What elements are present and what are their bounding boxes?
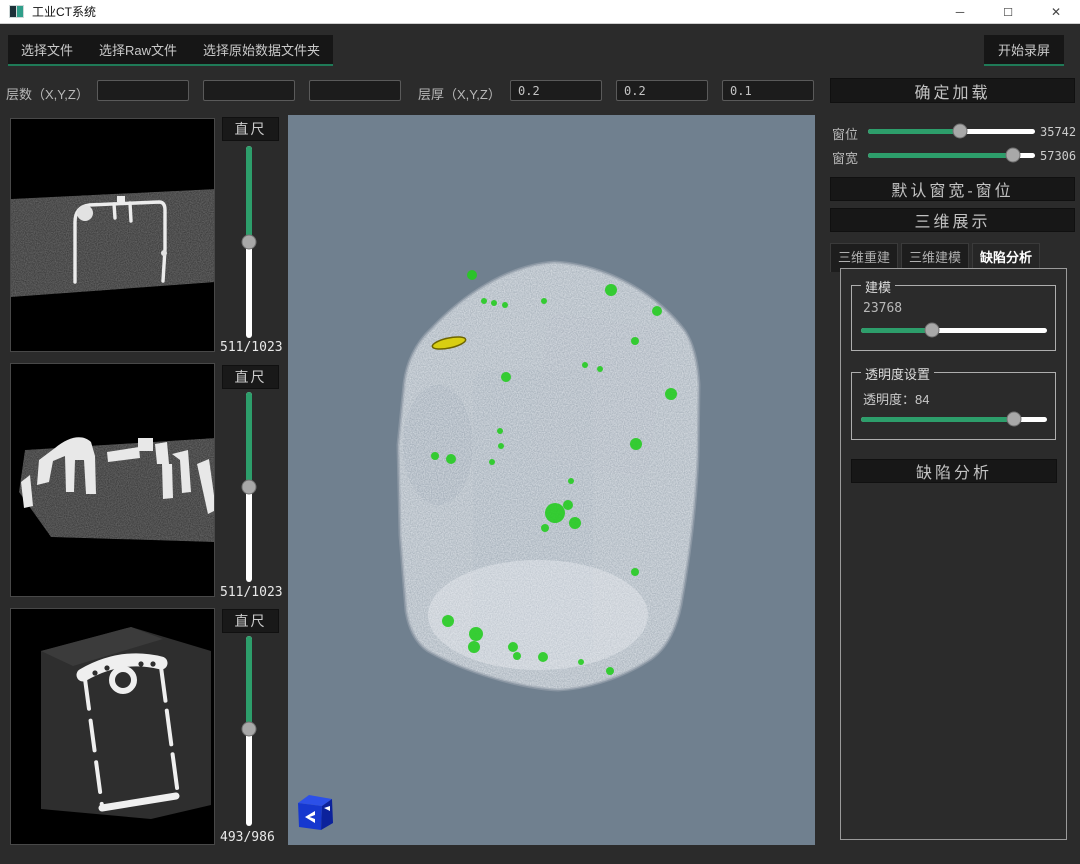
- opacity-group-title: 透明度设置: [861, 364, 934, 383]
- modeling-value: 23768: [863, 301, 902, 316]
- ct-slice-view-1[interactable]: [10, 118, 215, 352]
- layers-x-input[interactable]: [97, 80, 189, 101]
- viewport-3d[interactable]: [288, 115, 815, 845]
- window-width-knob[interactable]: [1006, 148, 1021, 163]
- ruler-button-2[interactable]: 直尺: [222, 365, 279, 389]
- close-button[interactable]: ✕: [1032, 0, 1080, 24]
- window-width-label: 窗宽: [832, 148, 858, 167]
- opacity-value-label: 透明度：84: [863, 389, 929, 408]
- ruler-button-3[interactable]: 直尺: [222, 609, 279, 633]
- select-raw-file-button[interactable]: 选择Raw文件: [86, 35, 190, 64]
- slice-slider-1[interactable]: [242, 146, 256, 338]
- window-level-slider[interactable]: [868, 123, 1035, 139]
- window-level-label: 窗位: [832, 124, 858, 143]
- minimize-button[interactable]: ─: [936, 0, 984, 24]
- select-raw-data-folder-button[interactable]: 选择原始数据文件夹: [190, 35, 333, 64]
- ct-slice-image-1: [11, 119, 215, 352]
- thickness-label: 层厚（X,Y,Z）: [418, 84, 501, 103]
- confirm-load-button[interactable]: 确定加载: [830, 78, 1075, 103]
- modeling-slider[interactable]: [861, 322, 1047, 338]
- opacity-group-box: 透明度设置 透明度：84: [851, 372, 1056, 440]
- slice-slider-knob-1[interactable]: [242, 235, 257, 250]
- window-width-slider[interactable]: [868, 147, 1035, 163]
- slice-position-2: 511/1023: [220, 585, 283, 600]
- opacity-slider[interactable]: [861, 411, 1047, 427]
- ct-slice-image-3: [11, 609, 215, 845]
- modeling-slider-fill: [861, 328, 932, 333]
- thickness-x-input[interactable]: [510, 80, 602, 101]
- opacity-slider-fill: [861, 417, 1014, 422]
- window-title: 工业CT系统: [32, 3, 96, 20]
- layers-z-input[interactable]: [309, 80, 401, 101]
- layers-y-input[interactable]: [203, 80, 295, 101]
- defect-analysis-panel: [840, 268, 1067, 840]
- slice-slider-fill-3: [246, 636, 252, 729]
- thickness-y-input[interactable]: [616, 80, 708, 101]
- reconstruction-3d-model: [288, 115, 815, 845]
- modeling-slider-knob[interactable]: [924, 323, 939, 338]
- slice-slider-3[interactable]: [242, 636, 256, 826]
- display-3d-button[interactable]: 三维展示: [830, 208, 1075, 232]
- default-ww-wl-button[interactable]: 默认窗宽-窗位: [830, 177, 1075, 201]
- ct-slice-image-2: [11, 364, 215, 597]
- modeling-group-box: 建模 23768: [851, 285, 1056, 351]
- window-width-value: 57306: [1040, 149, 1076, 163]
- layers-label: 层数（X,Y,Z）: [6, 84, 89, 103]
- application-window: 工业CT系统 ─ ☐ ✕ 选择文件 选择Raw文件 选择原始数据文件夹 开始录屏…: [0, 0, 1080, 864]
- file-button-group: 选择文件 选择Raw文件 选择原始数据文件夹: [8, 35, 333, 66]
- orientation-cube-logo: [295, 792, 337, 832]
- slice-slider-knob-2[interactable]: [242, 480, 257, 495]
- slice-position-3: 493/986: [220, 830, 275, 845]
- ruler-button-1[interactable]: 直尺: [222, 117, 279, 141]
- slice-slider-fill-2: [246, 392, 252, 487]
- select-file-button[interactable]: 选择文件: [8, 35, 86, 64]
- modeling-group-title: 建模: [861, 277, 895, 296]
- ct-slice-view-2[interactable]: [10, 363, 215, 597]
- title-bar: 工业CT系统 ─ ☐ ✕: [0, 0, 1080, 24]
- defect-analysis-button[interactable]: 缺陷分析: [851, 459, 1057, 483]
- window-level-value: 35742: [1040, 125, 1076, 139]
- slice-slider-2[interactable]: [242, 392, 256, 582]
- thickness-z-input[interactable]: [722, 80, 814, 101]
- ct-slice-view-3[interactable]: [10, 608, 215, 845]
- window-level-knob[interactable]: [952, 124, 967, 139]
- start-recording-button[interactable]: 开始录屏: [984, 35, 1064, 66]
- opacity-slider-knob[interactable]: [1006, 412, 1021, 427]
- maximize-button[interactable]: ☐: [984, 0, 1032, 24]
- window-level-fill: [868, 129, 960, 134]
- window-width-fill: [868, 153, 1013, 158]
- slice-slider-fill-1: [246, 146, 252, 242]
- slice-slider-knob-3[interactable]: [242, 722, 257, 737]
- app-icon: [9, 5, 24, 18]
- toolbar: 选择文件 选择Raw文件 选择原始数据文件夹 开始录屏: [0, 24, 1080, 68]
- slice-position-1: 511/1023: [220, 340, 283, 355]
